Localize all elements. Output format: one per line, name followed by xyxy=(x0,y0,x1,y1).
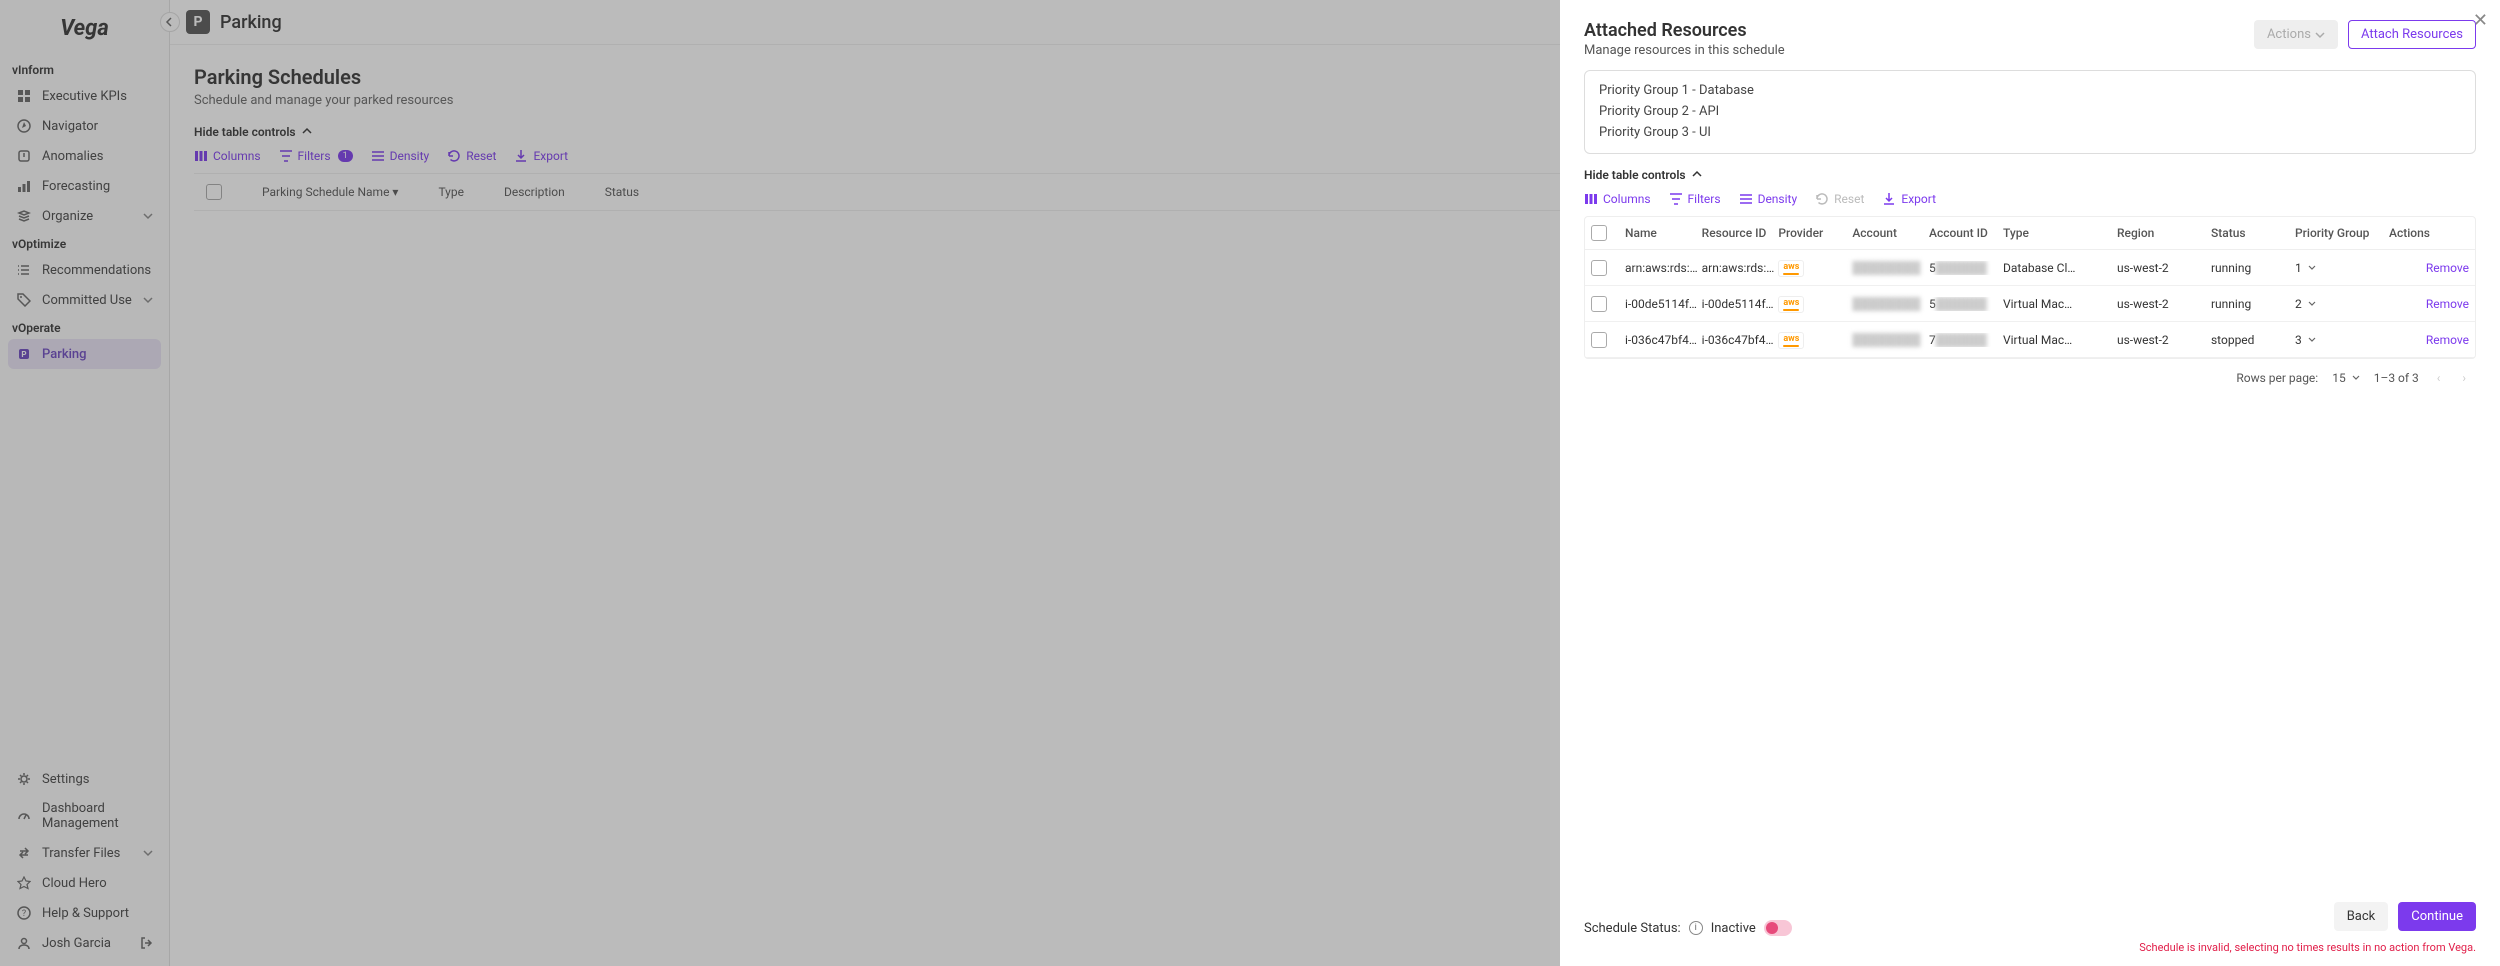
aws-icon: aws xyxy=(1778,296,1804,313)
priority-group-item: Priority Group 2 - API xyxy=(1599,102,2461,123)
cell-account: ████████ xyxy=(1852,261,1925,275)
cell-provider: aws xyxy=(1778,330,1848,349)
table-row: arn:aws:rds:us-w…arn:aws:rds:us-w…aws███… xyxy=(1585,250,2475,286)
col-type[interactable]: Type xyxy=(2003,226,2113,240)
cell-name: i-00de5114fc8b4… xyxy=(1625,297,1698,311)
row-checkbox[interactable] xyxy=(1591,260,1607,276)
cell-account: ████████ xyxy=(1852,333,1925,347)
cell-provider: aws xyxy=(1778,258,1848,277)
col-status[interactable]: Status xyxy=(2211,226,2291,240)
priority-group-select[interactable]: 2 xyxy=(2295,297,2385,311)
resources-table: Name Resource ID Provider Account Accoun… xyxy=(1584,216,2476,359)
col-actions: Actions xyxy=(2389,226,2469,240)
cell-name: arn:aws:rds:us-w… xyxy=(1625,261,1698,275)
col-name[interactable]: Name xyxy=(1625,226,1698,240)
cell-type: Virtual Mac… xyxy=(2003,297,2113,311)
cell-resource-id: i-036c47bf4b297… xyxy=(1702,333,1775,347)
col-region[interactable]: Region xyxy=(2117,226,2207,240)
drawer-columns-button[interactable]: Columns xyxy=(1584,192,1651,206)
drawer-hide-table-controls-toggle[interactable]: Hide table controls xyxy=(1584,168,2476,182)
cell-region: us-west-2 xyxy=(2117,261,2207,275)
actions-dropdown: Actions xyxy=(2254,20,2338,49)
cell-account-id: 7██████ xyxy=(1929,333,1999,347)
cell-provider: aws xyxy=(1778,294,1848,313)
schedule-status-toggle[interactable] xyxy=(1764,920,1792,936)
col-resource-id[interactable]: Resource ID xyxy=(1702,226,1775,240)
cell-name: i-036c47bf4b297… xyxy=(1625,333,1698,347)
aws-icon: aws xyxy=(1778,260,1804,277)
drawer-title: Attached Resources xyxy=(1584,20,1785,41)
drawer-filters-button[interactable]: Filters xyxy=(1669,192,1721,206)
remove-button[interactable]: Remove xyxy=(2389,261,2469,275)
cell-status: stopped xyxy=(2211,333,2291,347)
next-page-button: › xyxy=(2458,369,2470,387)
schedule-status-value: Inactive xyxy=(1711,921,1756,936)
cell-type: Virtual Mac… xyxy=(2003,333,2113,347)
pagination-range: 1–3 of 3 xyxy=(2374,371,2419,385)
rows-per-page-select[interactable]: 15 xyxy=(2332,371,2360,385)
cell-region: us-west-2 xyxy=(2117,333,2207,347)
attached-resources-drawer: ✕ Attached Resources Manage resources in… xyxy=(1560,0,2500,966)
col-account-id[interactable]: Account ID xyxy=(1929,226,1999,240)
drawer-export-button[interactable]: Export xyxy=(1882,192,1936,206)
remove-button[interactable]: Remove xyxy=(2389,333,2469,347)
drawer-reset-button: Reset xyxy=(1815,192,1864,206)
cell-account: ████████ xyxy=(1852,297,1925,311)
info-icon[interactable]: i xyxy=(1689,921,1703,935)
cell-resource-id: i-00de5114fc8b4… xyxy=(1702,297,1775,311)
priority-group-item: Priority Group 1 - Database xyxy=(1599,81,2461,102)
attach-resources-button[interactable]: Attach Resources xyxy=(2348,20,2476,49)
schedule-error-message: Schedule is invalid, selecting no times … xyxy=(2139,941,2476,954)
continue-button[interactable]: Continue xyxy=(2398,902,2476,931)
priority-group-select[interactable]: 1 xyxy=(2295,261,2385,275)
prev-page-button: ‹ xyxy=(2433,369,2445,387)
drawer-density-button[interactable]: Density xyxy=(1739,192,1798,206)
rows-per-page-label: Rows per page: xyxy=(2236,371,2318,385)
cell-region: us-west-2 xyxy=(2117,297,2207,311)
row-checkbox[interactable] xyxy=(1591,296,1607,312)
col-provider[interactable]: Provider xyxy=(1778,226,1848,240)
table-row: i-00de5114fc8b4…i-00de5114fc8b4…aws█████… xyxy=(1585,286,2475,322)
row-checkbox[interactable] xyxy=(1591,332,1607,348)
remove-button[interactable]: Remove xyxy=(2389,297,2469,311)
priority-groups-box: Priority Group 1 - Database Priority Gro… xyxy=(1584,70,2476,154)
cell-status: running xyxy=(2211,297,2291,311)
priority-group-select[interactable]: 3 xyxy=(2295,333,2385,347)
cell-account-id: 5██████ xyxy=(1929,297,1999,311)
cell-status: running xyxy=(2211,261,2291,275)
back-button[interactable]: Back xyxy=(2334,902,2389,931)
pagination: Rows per page: 15 1–3 of 3 ‹ › xyxy=(1584,359,2476,397)
table-row: i-036c47bf4b297…i-036c47bf4b297…aws█████… xyxy=(1585,322,2475,358)
col-account[interactable]: Account xyxy=(1852,226,1925,240)
col-priority-group[interactable]: Priority Group xyxy=(2295,226,2385,240)
cell-type: Database Cl… xyxy=(2003,261,2113,275)
cell-account-id: 5██████ xyxy=(1929,261,1999,275)
schedule-status-label: Schedule Status: xyxy=(1584,921,1681,936)
priority-group-item: Priority Group 3 - UI xyxy=(1599,123,2461,144)
aws-icon: aws xyxy=(1778,332,1804,349)
drawer-overlay[interactable]: ✕ Attached Resources Manage resources in… xyxy=(0,0,2500,966)
cell-resource-id: arn:aws:rds:us-w… xyxy=(1702,261,1775,275)
select-all-resources-checkbox[interactable] xyxy=(1591,225,1607,241)
drawer-table-controls: Columns Filters Density Reset Export xyxy=(1584,192,2476,206)
close-icon[interactable]: ✕ xyxy=(2473,10,2488,31)
drawer-subtitle: Manage resources in this schedule xyxy=(1584,43,1785,58)
